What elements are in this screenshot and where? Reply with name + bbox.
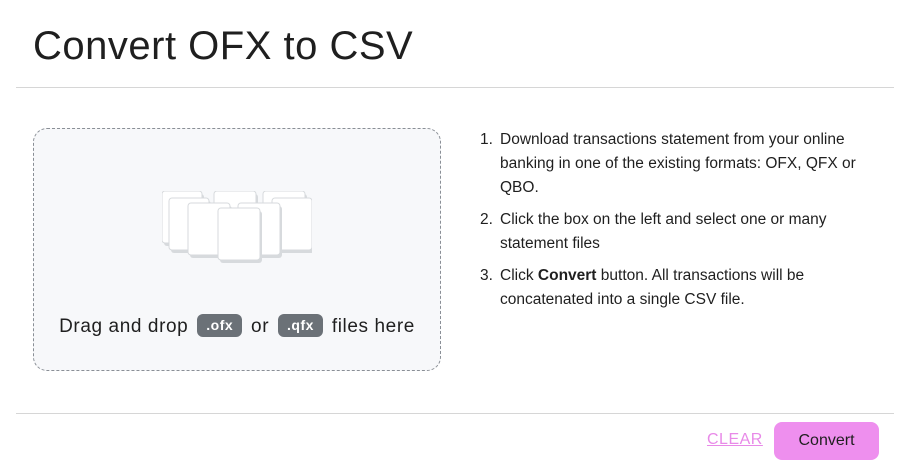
step-text: Click the box on the left and select one… [500,211,827,252]
step-text-before: Click [500,267,534,284]
clear-button[interactable]: CLEAR [707,431,763,449]
dropzone-text-prefix: Drag and drop [59,316,189,337]
step-text-bold: Convert [537,267,597,284]
instructions-list: 1. Download transactions statement from … [480,128,880,320]
instruction-step-1: 1. Download transactions statement from … [480,128,880,200]
qfx-badge: .qfx [278,314,323,337]
dropzone-text-middle: or [251,316,270,337]
file-dropzone[interactable]: Drag and drop .ofx or .qfx files here [33,128,441,371]
converter-page: Convert OFX to CSV Drag and drop .ofx or… [0,0,900,472]
dropzone-text-suffix: files here [331,316,415,337]
instruction-step-3: 3. Click Convert button. All transaction… [480,264,880,312]
ofx-badge: .ofx [197,314,243,337]
header-divider [16,87,894,88]
footer-divider [16,413,894,414]
instruction-step-2: 2. Click the box on the left and select … [480,208,880,256]
step-number: 3. [480,267,493,284]
step-number: 1. [480,131,493,148]
dropzone-instructions: Drag and drop .ofx or .qfx files here [34,314,440,338]
convert-button[interactable]: Convert [774,422,879,460]
step-number: 2. [480,211,493,228]
step-text: Download transactions statement from you… [500,131,856,196]
files-stack-icon [162,191,312,263]
page-title: Convert OFX to CSV [33,24,414,68]
